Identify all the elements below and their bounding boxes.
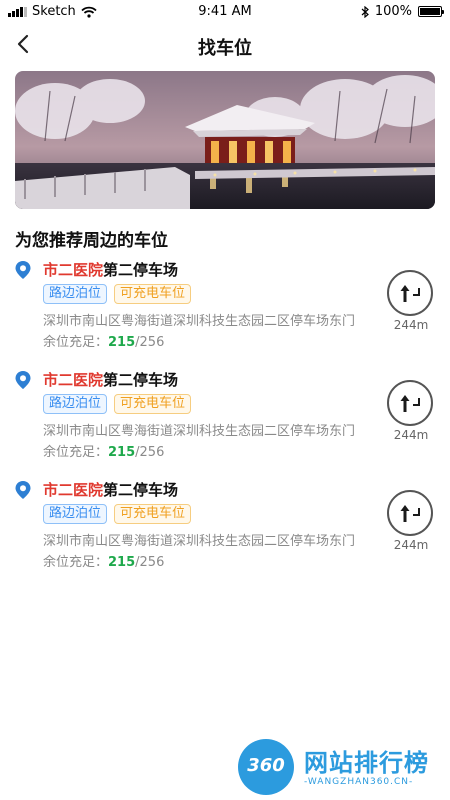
tag-charging: 可充电车位 bbox=[114, 394, 192, 414]
parking-item[interactable]: 市二医院第二停车场 路边泊位 可充电车位 深圳市南山区粤海街道深圳科技生态园二区… bbox=[0, 478, 450, 588]
navigate-button[interactable] bbox=[387, 490, 433, 536]
watermark-subtext: -WANGZHAN360.CN- bbox=[304, 777, 414, 787]
battery-label: 100% bbox=[374, 4, 412, 19]
tag-group: 路边泊位 可充电车位 bbox=[43, 284, 192, 304]
avail-total: /256 bbox=[135, 445, 165, 460]
parking-item[interactable]: 市二医院第二停车场 路边泊位 可充电车位 深圳市南山区粤海街道深圳科技生态园二区… bbox=[0, 368, 450, 478]
parking-list: 市二医院第二停车场 路边泊位 可充电车位 深圳市南山区粤海街道深圳科技生态园二区… bbox=[0, 258, 450, 588]
avail-free: 215 bbox=[108, 445, 136, 460]
parking-item[interactable]: 市二医院第二停车场 路边泊位 可充电车位 深圳市南山区粤海街道深圳科技生态园二区… bbox=[0, 258, 450, 368]
parking-name-rest: 第二停车场 bbox=[103, 261, 179, 279]
tag-roadside: 路边泊位 bbox=[43, 504, 108, 524]
turn-right-arrow-icon bbox=[400, 395, 420, 412]
parking-name: 市二医院第二停车场 bbox=[43, 369, 178, 390]
parking-distance: 244m bbox=[393, 318, 429, 332]
nav-bar: 找车位 bbox=[0, 24, 450, 68]
parking-name: 市二医院第二停车场 bbox=[43, 479, 178, 500]
parking-address: 深圳市南山区粤海街道深圳科技生态园二区停车场东门 bbox=[43, 424, 356, 439]
parking-availability: 余位充足：215/256 bbox=[43, 551, 164, 570]
turn-right-arrow-icon bbox=[400, 505, 420, 522]
avail-label: 余位充足： bbox=[43, 555, 109, 570]
back-button[interactable] bbox=[12, 32, 36, 56]
tag-roadside: 路边泊位 bbox=[43, 394, 108, 414]
tag-group: 路边泊位 可充电车位 bbox=[43, 394, 192, 414]
battery-fill bbox=[420, 8, 440, 15]
location-pin-icon bbox=[15, 371, 31, 389]
section-title: 为您推荐周边的车位 bbox=[15, 231, 168, 251]
avail-total: /256 bbox=[135, 335, 165, 350]
parking-address: 深圳市南山区粤海街道深圳科技生态园二区停车场东门 bbox=[43, 534, 356, 549]
navigate-button[interactable] bbox=[387, 270, 433, 316]
turn-right-arrow-icon bbox=[400, 285, 420, 302]
avail-free: 215 bbox=[108, 335, 136, 350]
status-bar: Sketch 9:41 AM 100% bbox=[0, 0, 450, 24]
parking-name: 市二医院第二停车场 bbox=[43, 259, 178, 280]
avail-total: /256 bbox=[135, 555, 165, 570]
banner-scene bbox=[15, 71, 435, 209]
tag-group: 路边泊位 可充电车位 bbox=[43, 504, 192, 524]
parking-address: 深圳市南山区粤海街道深圳科技生态园二区停车场东门 bbox=[43, 314, 356, 329]
parking-availability: 余位充足：215/256 bbox=[43, 441, 164, 460]
watermark-number: 360 bbox=[247, 755, 285, 776]
tag-roadside: 路边泊位 bbox=[43, 284, 108, 304]
location-pin-icon bbox=[15, 481, 31, 499]
parking-distance: 244m bbox=[393, 428, 429, 442]
chevron-left-icon bbox=[17, 34, 29, 54]
parking-availability: 余位充足：215/256 bbox=[43, 331, 164, 350]
bluetooth-icon bbox=[361, 5, 369, 18]
avail-label: 余位充足： bbox=[43, 445, 109, 460]
parking-name-highlight: 市二医院 bbox=[43, 261, 104, 279]
page-title: 找车位 bbox=[198, 38, 252, 59]
battery-icon bbox=[418, 6, 444, 17]
tag-charging: 可充电车位 bbox=[114, 284, 192, 304]
parking-distance: 244m bbox=[393, 538, 429, 552]
parking-name-highlight: 市二医院 bbox=[43, 481, 104, 499]
navigate-button[interactable] bbox=[387, 380, 433, 426]
tag-charging: 可充电车位 bbox=[114, 504, 192, 524]
avail-free: 215 bbox=[108, 555, 136, 570]
watermark-logo: 360 网站排行榜 -WANGZHAN360.CN- bbox=[238, 737, 450, 799]
parking-name-rest: 第二停车场 bbox=[103, 371, 179, 389]
location-pin-icon bbox=[15, 261, 31, 279]
parking-name-rest: 第二停车场 bbox=[103, 481, 179, 499]
watermark-text: 网站排行榜 bbox=[304, 749, 429, 777]
avail-label: 余位充足： bbox=[43, 335, 109, 350]
banner-image[interactable] bbox=[15, 71, 435, 209]
parking-name-highlight: 市二医院 bbox=[43, 371, 104, 389]
status-right: 100% bbox=[361, 4, 444, 19]
